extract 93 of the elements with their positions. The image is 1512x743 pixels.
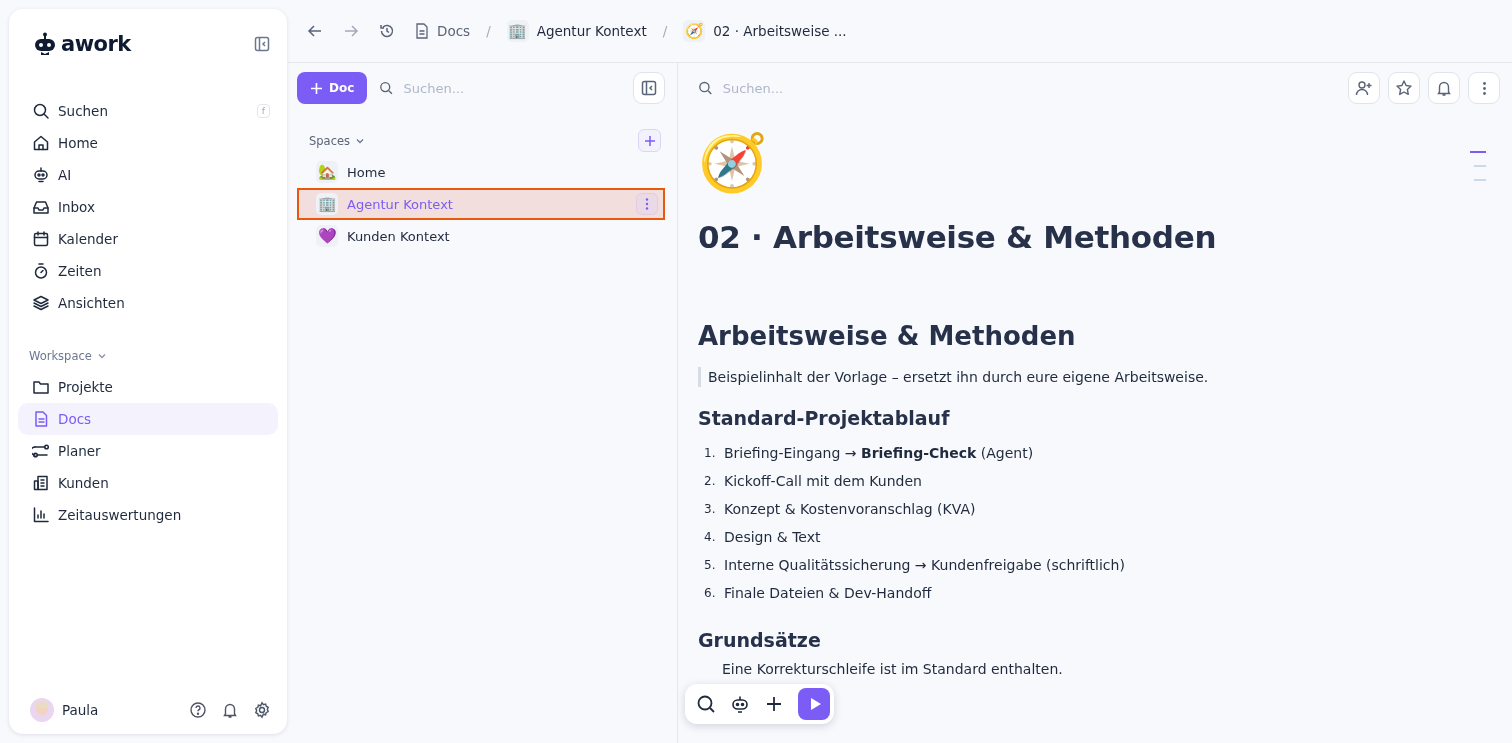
play-icon — [809, 697, 822, 711]
office-building-icon: 🏢 — [316, 193, 338, 215]
robot-icon[interactable] — [730, 694, 750, 714]
chart-icon — [32, 506, 50, 524]
office-building-icon: 🏢 — [506, 20, 529, 42]
blockquote: Beispielinhalt der Vorlage – ersetzt ihn durch eure eigene Arbeitsweise. — [698, 367, 1512, 387]
invite-user-button[interactable] — [1348, 72, 1380, 104]
subsection-heading: Standard-Projektablauf — [698, 407, 951, 429]
space-item[interactable]: 🏢 Agentur Kontext — [297, 188, 665, 220]
breadcrumb-separator: / — [662, 23, 668, 39]
more-vertical-icon — [1482, 81, 1486, 95]
nav-item[interactable]: Projekte — [18, 371, 278, 403]
list-item-text: Kickoff-Call mit dem Kunden — [724, 473, 922, 489]
notifications-icon[interactable] — [221, 701, 239, 719]
robot-logo-icon — [34, 32, 56, 56]
panel-icon — [641, 80, 657, 96]
list-item-text: Eine Korrekturschleife ist im Standard enthalten. — [722, 661, 1063, 677]
search-field[interactable]: Suchen... — [401, 79, 621, 97]
nav-item[interactable]: Home — [18, 127, 278, 159]
list-number: 3. — [704, 502, 716, 516]
shortcut-key: f — [256, 104, 270, 118]
back-arrow-icon[interactable] — [307, 23, 323, 39]
section-heading: Arbeitsweise & Methoden — [698, 321, 1077, 351]
collapse-panel-button[interactable] — [633, 72, 665, 104]
bell-icon — [1435, 79, 1453, 97]
breadcrumb-link[interactable]: Agentur Kontext — [536, 23, 647, 39]
search-icon — [698, 80, 713, 96]
help-icon[interactable] — [189, 701, 207, 719]
list-number: 2. — [704, 474, 716, 488]
inbox-icon — [32, 198, 50, 216]
history-icon[interactable] — [379, 23, 395, 39]
space-item[interactable]: 🏡 Home — [297, 156, 665, 188]
house-icon: 🏡 — [316, 161, 338, 183]
cal-icon — [32, 230, 50, 248]
collapse-sidebar-icon[interactable] — [254, 36, 270, 52]
favorite-button[interactable] — [1388, 72, 1420, 104]
list-item-text: Briefing-Eingang → Briefing-Check (Agent) — [724, 445, 1034, 461]
nav-item[interactable]: Inbox — [18, 191, 278, 223]
planner-icon — [32, 442, 50, 460]
timer-icon — [32, 262, 50, 280]
search-icon — [32, 102, 50, 120]
chevron-down-icon — [96, 351, 107, 361]
document-icon — [415, 23, 429, 39]
breadcrumb-separator: / — [486, 23, 491, 39]
nav-item[interactable]: Docs — [18, 403, 278, 435]
plus-icon — [644, 135, 655, 146]
breadcrumb-link[interactable]: Docs — [437, 23, 471, 39]
list-number: 6. — [704, 586, 716, 600]
spaces-section-toggle[interactable]: Spaces — [309, 133, 366, 148]
nav-item[interactable]: AI — [18, 159, 278, 191]
bot-icon — [32, 166, 50, 184]
list-number: 1. — [704, 446, 716, 460]
doc-icon — [32, 410, 50, 428]
list-number: 5. — [704, 558, 716, 572]
settings-icon[interactable] — [253, 701, 271, 719]
search-icon — [379, 80, 394, 96]
search-field[interactable]: Suchen... — [720, 79, 1015, 97]
building-icon — [32, 474, 50, 492]
nav-item[interactable]: Zeitauswertungen — [18, 499, 278, 531]
new-doc-button[interactable]: Doc — [297, 72, 368, 104]
home-icon — [32, 134, 50, 152]
document-title: 02 · Arbeitsweise & Methoden — [698, 219, 1218, 255]
workspace-section-toggle[interactable]: Workspace — [29, 349, 278, 363]
subsection-heading: Grundsätze — [698, 629, 822, 651]
nav-item[interactable]: Kalender — [18, 223, 278, 255]
notifications-button[interactable] — [1428, 72, 1460, 104]
breadcrumb-link[interactable]: 02 · Arbeitsweise ... — [713, 23, 847, 39]
plus-icon — [311, 82, 322, 94]
user-name[interactable]: Paula — [62, 702, 99, 718]
outline-marker[interactable] — [1474, 179, 1486, 181]
add-space-button[interactable] — [638, 129, 661, 152]
list-item-text: Interne Qualitätssicherung → Kundenfreigabe (schriftlich) — [724, 557, 1125, 573]
nav-item[interactable]: Kunden — [18, 467, 278, 499]
nav-item[interactable]: Planer — [18, 435, 278, 467]
app-logo: awork — [61, 32, 131, 56]
folder-icon — [32, 378, 50, 396]
compass-icon: 🧭 — [683, 20, 706, 42]
list-item-text: Konzept & Kostenvoranschlag (KVA) — [724, 501, 976, 517]
list-number: 4. — [704, 530, 716, 544]
play-button[interactable] — [798, 688, 830, 720]
space-item[interactable]: 💜 Kunden Kontext — [297, 220, 665, 252]
star-icon — [1395, 79, 1413, 97]
person-add-icon — [1355, 79, 1373, 97]
layers-icon — [32, 294, 50, 312]
nav-item[interactable]: Zeiten — [18, 255, 278, 287]
nav-item[interactable]: Ansichten — [18, 287, 278, 319]
outline-marker[interactable] — [1470, 151, 1486, 153]
list-item-text: Finale Dateien & Dev-Handoff — [724, 585, 932, 601]
list-item-text: Design & Text — [724, 529, 821, 545]
search-icon[interactable] — [696, 694, 716, 714]
outline-marker[interactable] — [1474, 165, 1486, 167]
nav-item[interactable]: Suchen f — [18, 95, 278, 127]
plus-icon[interactable] — [764, 694, 784, 714]
